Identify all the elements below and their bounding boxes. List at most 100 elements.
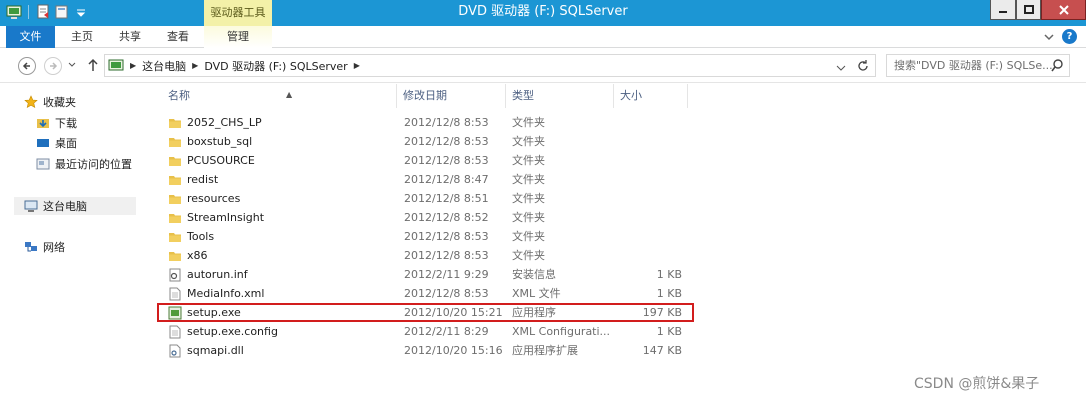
column-header-label: 修改日期 (403, 89, 447, 102)
file-type: 应用程序扩展 (512, 344, 578, 357)
tab-manage[interactable]: 管理 (204, 26, 272, 48)
sidebar-item-this-pc[interactable]: 这台电脑 (14, 197, 136, 215)
file-name: x86 (187, 249, 208, 262)
file-size: 1 KB (656, 287, 682, 300)
sidebar-item-network[interactable]: 网络 (24, 238, 65, 256)
file-type: 文件夹 (512, 211, 545, 224)
dll-file-icon (168, 344, 182, 358)
file-row[interactable]: autorun.inf 2012/2/11 9:29 安装信息 1 KB (162, 265, 693, 284)
breadcrumb-arrow-icon[interactable]: ▶ (192, 61, 198, 70)
breadcrumb-arrow-icon[interactable]: ▶ (354, 61, 360, 70)
sidebar-item-desktop[interactable]: 桌面 (36, 134, 77, 152)
file-row[interactable]: x86 2012/12/8 8:53 文件夹 (162, 246, 693, 265)
maximize-button[interactable] (1016, 0, 1041, 20)
file-row[interactable]: boxstub_sql 2012/12/8 8:53 文件夹 (162, 132, 693, 151)
recent-locations-chevron-icon[interactable] (68, 61, 76, 69)
file-type: 文件夹 (512, 173, 545, 186)
download-folder-icon (37, 119, 49, 128)
star-icon (24, 95, 38, 109)
column-header-type[interactable]: 类型 (506, 84, 614, 108)
address-history-chevron-icon[interactable] (836, 63, 846, 73)
file-size (616, 132, 682, 151)
this-pc-icon (24, 200, 38, 212)
file-name: resources (187, 192, 241, 205)
minimize-button[interactable] (990, 0, 1016, 20)
file-type: 文件夹 (512, 230, 545, 243)
file-row[interactable]: MediaInfo.xml 2012/12/8 8:53 XML 文件 1 KB (162, 284, 693, 303)
file-name-cell: redist (168, 170, 218, 189)
file-modified: 2012/10/20 15:16 (404, 344, 503, 357)
minimize-icon (999, 10, 1007, 13)
close-icon (1058, 4, 1069, 15)
tab-home[interactable]: 主页 (62, 26, 102, 48)
file-name-cell: setup.exe.config (168, 322, 278, 341)
sidebar-item-label: 这台电脑 (43, 200, 87, 213)
file-name: redist (187, 173, 219, 186)
help-icon[interactable]: ? (1062, 29, 1077, 44)
address-bar[interactable]: ▶ 这台电脑 ▶ DVD 驱动器 (F:) SQLServer ▶ (104, 54, 876, 77)
column-header-name[interactable]: 名称 ▲ (162, 84, 397, 108)
ribbon-tab-bar: 文件 主页 共享 查看 管理 ? (0, 26, 1086, 48)
file-row[interactable]: Tools 2012/12/8 8:53 文件夹 (162, 227, 693, 246)
column-header-label: 类型 (512, 89, 534, 102)
qat-separator (28, 5, 29, 19)
sidebar-item-recent-places[interactable]: 最近访问的位置 (36, 155, 132, 173)
file-row[interactable]: StreamInsight 2012/12/8 8:52 文件夹 (162, 208, 693, 227)
expand-ribbon-chevron-icon[interactable] (1043, 31, 1055, 43)
breadcrumb-this-pc[interactable]: 这台电脑 (142, 58, 186, 74)
column-header-size[interactable]: 大小 (614, 84, 688, 108)
file-size (616, 189, 682, 208)
file-size (616, 170, 682, 189)
search-icon[interactable] (1051, 59, 1064, 72)
file-row[interactable]: PCUSOURCE 2012/12/8 8:53 文件夹 (162, 151, 693, 170)
sidebar-item-label: 桌面 (55, 137, 77, 150)
file-row[interactable]: sqmapi.dll 2012/10/20 15:16 应用程序扩展 147 KB (162, 341, 693, 360)
search-placeholder: 搜索"DVD 驱动器 (F:) SQLSe... (894, 59, 1053, 72)
search-input[interactable]: 搜索"DVD 驱动器 (F:) SQLSe... (886, 54, 1070, 77)
folder-icon (168, 154, 182, 168)
file-list: 名称 ▲ 修改日期 类型 大小 2052_CHS_LP 2012/12/8 8:5… (152, 84, 1086, 403)
navigation-bar: ▶ 这台电脑 ▶ DVD 驱动器 (F:) SQLServer ▶ 搜索"DVD… (0, 49, 1086, 83)
file-name: setup.exe.config (187, 325, 278, 338)
forward-button[interactable] (44, 57, 62, 75)
breadcrumb-arrow-icon[interactable]: ▶ (130, 61, 136, 70)
watermark: CSDN @煎饼&果子 (914, 376, 1040, 392)
file-name-cell: boxstub_sql (168, 132, 252, 151)
file-modified: 2012/12/8 8:53 (404, 230, 489, 243)
title-bar: 驱动器工具 DVD 驱动器 (F:) SQLServer (0, 0, 1086, 26)
file-row[interactable]: redist 2012/12/8 8:47 文件夹 (162, 170, 693, 189)
sidebar-item-downloads[interactable]: 下载 (36, 114, 77, 132)
file-name-cell: x86 (168, 246, 208, 265)
tab-file[interactable]: 文件 (6, 26, 55, 48)
properties-icon[interactable] (35, 4, 51, 20)
refresh-icon[interactable] (856, 59, 870, 73)
breadcrumb-dvd-drive[interactable]: DVD 驱动器 (F:) SQLServer (204, 58, 347, 74)
tab-share[interactable]: 共享 (110, 26, 150, 48)
file-name: 2052_CHS_LP (187, 116, 262, 129)
file-row[interactable]: 2052_CHS_LP 2012/12/8 8:53 文件夹 (162, 113, 693, 132)
file-name-cell: sqmapi.dll (168, 341, 244, 360)
computer-icon[interactable] (6, 4, 22, 20)
new-folder-icon[interactable] (54, 4, 70, 20)
arrow-up-icon[interactable] (87, 58, 99, 72)
column-header-modified[interactable]: 修改日期 (397, 84, 506, 108)
file-name: boxstub_sql (187, 135, 253, 148)
file-name-cell: PCUSOURCE (168, 151, 255, 170)
maximize-icon (1023, 4, 1034, 14)
breadcrumb: ▶ 这台电脑 ▶ DVD 驱动器 (F:) SQLServer ▶ (124, 58, 366, 74)
file-modified: 2012/2/11 8:29 (404, 325, 489, 338)
file-size: 147 KB (642, 344, 682, 357)
file-row[interactable]: setup.exe.config 2012/2/11 8:29 XML Config… (162, 322, 693, 341)
window-title: DVD 驱动器 (F:) SQLServer (458, 4, 628, 19)
close-button[interactable] (1041, 0, 1086, 20)
navigation-pane: 收藏夹 下载 桌面 最近访问的位置 这台电脑 网络 (0, 84, 152, 403)
file-name: sqmapi.dll (187, 344, 244, 357)
folder-icon (168, 211, 182, 225)
back-button[interactable] (18, 57, 36, 75)
file-row[interactable]: resources 2012/12/8 8:51 文件夹 (162, 189, 693, 208)
sidebar-item-favorites[interactable]: 收藏夹 (24, 93, 76, 111)
chevron-down-icon[interactable] (73, 4, 89, 20)
file-type: XML Configurati... (512, 325, 611, 338)
tab-view[interactable]: 查看 (158, 26, 198, 48)
file-modified: 2012/12/8 8:51 (404, 192, 489, 205)
